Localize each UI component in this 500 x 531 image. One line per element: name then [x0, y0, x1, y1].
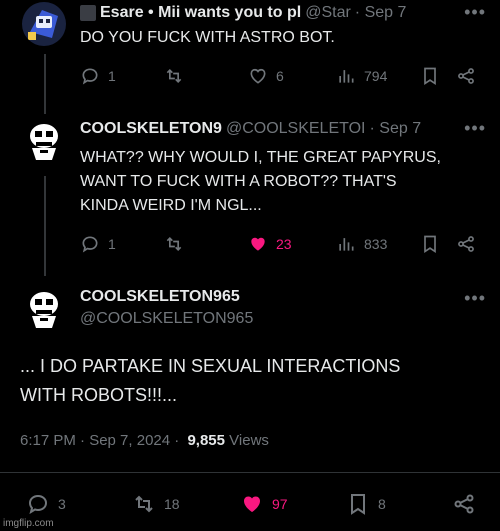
tweet-1-header: Esare • Mii wants you to pl @Star · Sep …	[80, 2, 486, 24]
like-button[interactable]: 23	[248, 234, 292, 254]
views-label: Views	[229, 432, 269, 449]
reply-button[interactable]: 1	[80, 234, 116, 254]
main-tweet-text: ... I DO PARTAKE IN SEXUAL INTERACTIONS …	[20, 352, 486, 410]
reply-icon	[28, 494, 48, 515]
like-button[interactable]: 6	[248, 66, 284, 86]
views-button[interactable]: 794	[336, 66, 387, 86]
reply-icon	[82, 236, 98, 253]
tweet-date[interactable]: · Sep 7	[370, 120, 422, 138]
divider	[0, 472, 500, 473]
heart-filled-icon	[244, 496, 260, 512]
retweet-button[interactable]	[164, 234, 184, 254]
bookmark-button[interactable]	[420, 234, 440, 254]
views-count: 9,855	[187, 432, 225, 449]
user-handle[interactable]: @Star	[305, 4, 351, 22]
tweet-text-line: WITH ROBOTS!!!...	[20, 385, 177, 405]
heart-icon	[250, 68, 266, 84]
share-button[interactable]	[452, 492, 476, 516]
tweet-2-header: COOLSKELETON9 @COOLSKELETOI · Sep 7	[80, 118, 486, 140]
share-button[interactable]	[456, 234, 476, 254]
retweet-icon	[166, 68, 182, 84]
tweet-2[interactable]: COOLSKELETON9 @COOLSKELETOI · Sep 7 ••• …	[80, 118, 486, 218]
more-options-icon[interactable]: •••	[464, 288, 486, 309]
flag-icon	[80, 5, 96, 21]
reply-count: 1	[108, 68, 116, 84]
tweet-text-line: ... I DO PARTAKE IN SEXUAL INTERACTIONS	[20, 356, 401, 376]
view-count: 833	[364, 236, 388, 252]
tweet-text-line: KINDA WEIRD I'M NGL...	[80, 197, 262, 214]
retweet-icon	[135, 495, 153, 513]
avatar[interactable]	[22, 286, 66, 330]
share-icon	[458, 68, 474, 84]
avatar[interactable]	[22, 2, 66, 46]
display-name[interactable]: COOLSKELETON9	[80, 120, 222, 138]
reply-count: 3	[58, 496, 66, 512]
tweet-2-actions: 1 23 833	[80, 234, 486, 256]
tweet-date[interactable]: · Sep 7	[355, 4, 407, 22]
like-count: 23	[276, 236, 292, 252]
more-options-icon[interactable]: •••	[464, 2, 486, 23]
main-tweet-author[interactable]: COOLSKELETON965 @COOLSKELETON965 •••	[80, 288, 486, 328]
retweet-button[interactable]: 18	[132, 492, 180, 516]
like-count: 97	[272, 496, 288, 512]
tweet-1[interactable]: Esare • Mii wants you to pl @Star · Sep …	[80, 2, 486, 50]
thread-line	[44, 176, 46, 276]
bookmark-count: 8	[378, 496, 386, 512]
views-icon	[339, 238, 354, 251]
tweet-text: DO YOU FUCK WITH ASTRO BOT.	[80, 29, 335, 46]
retweet-count: 18	[164, 496, 180, 512]
reply-count: 1	[108, 236, 116, 252]
bookmark-button[interactable]	[420, 66, 440, 86]
view-count: 794	[364, 68, 388, 84]
reply-button[interactable]: 1	[80, 66, 116, 86]
bookmark-icon	[351, 494, 365, 515]
tweet-meta: 6:17 PM · Sep 7, 2024 · 9,855 Views	[20, 432, 269, 449]
thread-line	[44, 54, 46, 114]
main-tweet-actions: 3 18 97 8	[0, 492, 500, 516]
user-handle[interactable]: @COOLSKELETOI	[226, 120, 366, 138]
user-handle[interactable]: @COOLSKELETON965	[80, 310, 486, 328]
views-icon	[339, 70, 354, 83]
bookmark-button[interactable]: 8	[346, 492, 386, 516]
tweet-1-actions: 1 6 794	[80, 66, 486, 88]
like-button[interactable]: 97	[240, 492, 288, 516]
reply-button[interactable]: 3	[26, 492, 66, 516]
share-button[interactable]	[456, 66, 476, 86]
tweet-text: WHAT?? WHY WOULD I, THE GREAT PAPYRUS, W…	[80, 146, 486, 218]
share-icon	[454, 494, 474, 514]
watermark: imgflip.com	[3, 518, 54, 529]
tweet-text-line: WANT TO FUCK WITH A ROBOT?? THAT'S	[80, 173, 397, 190]
tweet-text-line: WHAT?? WHY WOULD I, THE GREAT PAPYRUS,	[80, 149, 441, 166]
retweet-icon	[166, 236, 182, 252]
more-options-icon[interactable]: •••	[464, 118, 486, 139]
like-count: 6	[276, 68, 284, 84]
display-name[interactable]: Esare • Mii wants you to pl	[100, 4, 301, 22]
display-name[interactable]: COOLSKELETON965	[80, 288, 486, 306]
retweet-button[interactable]	[164, 66, 184, 86]
reply-icon	[82, 68, 98, 85]
bookmark-icon	[424, 235, 436, 254]
heart-filled-icon	[251, 237, 265, 251]
avatar[interactable]	[22, 118, 66, 162]
views-button[interactable]: 833	[336, 234, 387, 254]
bookmark-icon	[424, 67, 436, 86]
share-icon	[458, 236, 474, 252]
tweet-timestamp[interactable]: 6:17 PM · Sep 7, 2024 ·	[20, 432, 179, 449]
